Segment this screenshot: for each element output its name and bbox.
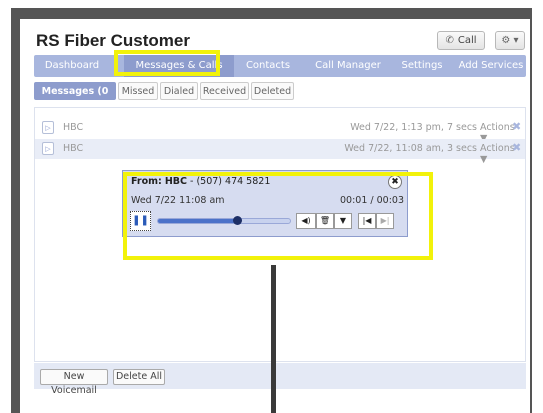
message-meta: Wed 7/22, 1:13 pm, 7 secs — [350, 122, 477, 133]
trash-icon[interactable]: 🗑 — [316, 213, 334, 229]
previous-icon[interactable]: |◀ — [358, 213, 376, 229]
play-message-button[interactable]: ▷ — [42, 121, 54, 134]
next-icon[interactable]: ▶| — [376, 213, 394, 229]
tab-messages[interactable]: Messages (0 New) — [34, 82, 116, 114]
play-message-button[interactable]: ▷ — [42, 142, 54, 155]
tab-deleted[interactable]: Deleted — [251, 82, 294, 100]
voicemail-player-popup: From: HBC - (507) 474 5821 ✖ Wed 7/22 11… — [122, 170, 408, 237]
play-icon: ▷ — [45, 144, 51, 153]
from-label: From: — [131, 176, 162, 187]
nav-messages-calls[interactable]: Messages & Calls — [124, 55, 234, 77]
message-from: HBC — [63, 143, 84, 154]
player-from: From: HBC - (507) 474 5821 — [131, 176, 270, 187]
nav-call-manager[interactable]: Call Manager — [306, 55, 390, 77]
playback-handle[interactable] — [233, 216, 243, 225]
from-name: HBC — [164, 176, 187, 187]
gear-icon: ⚙ ▾ — [501, 35, 519, 46]
phone-icon: ✆ — [445, 35, 454, 46]
app-title: RS Fiber Customer — [36, 31, 190, 50]
nav-add-services[interactable]: Add Services — [456, 55, 526, 77]
player-time: 00:01 / 00:03 — [340, 195, 404, 206]
tab-dialed[interactable]: Dialed — [160, 82, 198, 100]
close-icon[interactable]: ✖ — [388, 175, 402, 189]
list-footer: New Voicemail Delete All — [34, 363, 526, 396]
chevron-down-icon[interactable]: ▼ — [334, 213, 352, 229]
player-controls: ❚❚ ◀) 🗑 ▼ |◀ ▶| — [130, 211, 400, 231]
call-button-label: Call — [457, 35, 477, 46]
call-button[interactable]: ✆ Call — [437, 31, 485, 50]
message-meta: Wed 7/22, 11:08 am, 3 secs — [344, 143, 477, 154]
delete-icon[interactable]: ✖ — [512, 141, 521, 154]
tab-received[interactable]: Received — [200, 82, 249, 100]
message-from: HBC — [63, 122, 84, 133]
annotation-pointer — [271, 265, 276, 413]
tab-missed[interactable]: Missed — [118, 82, 158, 100]
delete-icon[interactable]: ✖ — [512, 120, 521, 133]
playback-slider[interactable] — [157, 216, 291, 225]
settings-menu-button[interactable]: ⚙ ▾ — [495, 31, 525, 50]
nav-settings[interactable]: Settings — [392, 55, 452, 77]
play-icon: ▷ — [45, 123, 51, 132]
playback-progress — [158, 219, 238, 223]
message-row[interactable]: ▷ HBC Wed 7/22, 1:13 pm, 7 secs Actions … — [35, 118, 525, 144]
new-voicemail-button[interactable]: New Voicemail — [40, 369, 108, 396]
nav-dashboard[interactable]: Dashboard — [34, 55, 110, 77]
message-row[interactable]: ▷ HBC Wed 7/22, 11:08 am, 3 secs Actions… — [35, 139, 525, 165]
player-date: Wed 7/22 11:08 am — [131, 195, 225, 206]
volume-icon[interactable]: ◀) — [296, 213, 316, 229]
nav-contacts[interactable]: Contacts — [239, 55, 297, 77]
pause-icon[interactable]: ❚❚ — [130, 211, 151, 231]
delete-all-button[interactable]: Delete All — [113, 369, 165, 385]
from-number: - (507) 474 5821 — [187, 176, 271, 187]
main-nav: Dashboard Messages & Calls Contacts Call… — [34, 55, 526, 77]
